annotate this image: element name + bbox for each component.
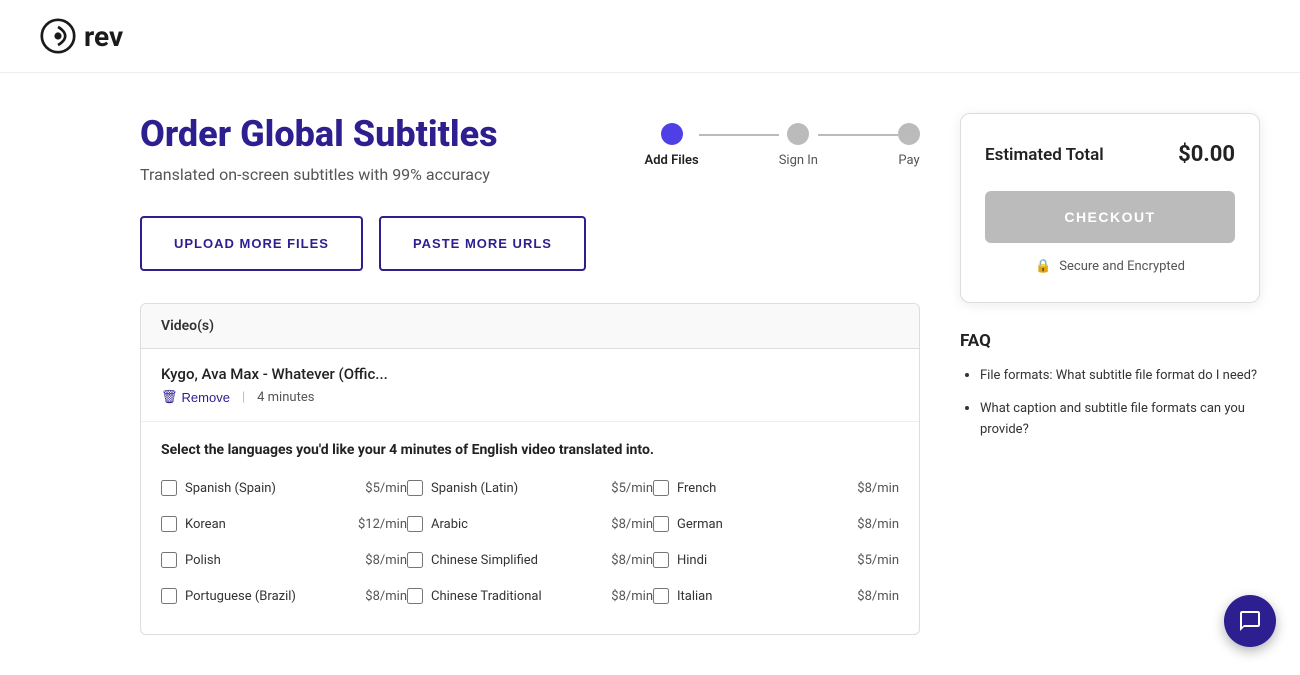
file-row: Kygo, Ava Max - Whatever (Offic... 🗑 Rem… bbox=[141, 349, 919, 422]
language-name: Italian bbox=[677, 589, 849, 604]
language-price: $5/min bbox=[365, 481, 407, 496]
language-name: Polish bbox=[185, 553, 357, 568]
language-checkbox[interactable] bbox=[653, 588, 669, 604]
language-checkbox[interactable] bbox=[653, 480, 669, 496]
language-name: Hindi bbox=[677, 553, 849, 568]
faq-title: FAQ bbox=[960, 331, 1260, 351]
language-price: $5/min bbox=[611, 481, 653, 496]
step-label-add-files: Add Files bbox=[645, 153, 699, 168]
remove-label: Remove bbox=[182, 390, 230, 405]
language-item: Spanish (Latin) $5/min bbox=[407, 470, 653, 506]
faq-item: What caption and subtitle file formats c… bbox=[980, 398, 1260, 440]
language-grid: Spanish (Spain) $5/min Spanish (Latin) $… bbox=[141, 470, 919, 634]
faq-link[interactable]: File formats: What subtitle file format … bbox=[980, 368, 1257, 383]
language-item: Arabic $8/min bbox=[407, 506, 653, 542]
language-checkbox[interactable] bbox=[653, 516, 669, 532]
language-item: Spanish (Spain) $5/min bbox=[161, 470, 407, 506]
language-price: $8/min bbox=[365, 553, 407, 568]
header: rev bbox=[0, 0, 1300, 73]
language-name: Chinese Simplified bbox=[431, 553, 603, 568]
step-circle-add-files bbox=[661, 123, 683, 145]
language-name: Spanish (Spain) bbox=[185, 481, 357, 496]
language-item: German $8/min bbox=[653, 506, 899, 542]
page-title: Order Global Subtitles bbox=[140, 113, 498, 155]
step-circle-sign-in bbox=[787, 123, 809, 145]
step-label-pay: Pay bbox=[898, 153, 919, 168]
file-duration: 4 minutes bbox=[257, 390, 314, 405]
faq-item: File formats: What subtitle file format … bbox=[980, 365, 1260, 386]
step-connector-2 bbox=[818, 134, 898, 136]
order-summary: Estimated Total $0.00 CHECKOUT 🔒 Secure … bbox=[960, 113, 1260, 303]
language-item: Italian $8/min bbox=[653, 578, 899, 614]
estimated-amount: $0.00 bbox=[1178, 142, 1235, 167]
language-checkbox[interactable] bbox=[407, 552, 423, 568]
trash-icon: 🗑 bbox=[161, 389, 178, 405]
language-price: $8/min bbox=[857, 517, 899, 532]
meta-separator: | bbox=[242, 390, 245, 405]
estimated-label: Estimated Total bbox=[985, 145, 1104, 165]
step-sign-in: Sign In bbox=[779, 123, 818, 168]
language-select-prompt: Select the languages you'd like your 4 m… bbox=[141, 422, 919, 470]
checkout-button[interactable]: CHECKOUT bbox=[985, 191, 1235, 243]
language-checkbox[interactable] bbox=[407, 588, 423, 604]
secure-label: Secure and Encrypted bbox=[1059, 259, 1185, 274]
language-item: Chinese Traditional $8/min bbox=[407, 578, 653, 614]
file-meta: 🗑 Remove | 4 minutes bbox=[161, 389, 899, 405]
step-circle-pay bbox=[898, 123, 920, 145]
main-content: Order Global Subtitles Translated on-scr… bbox=[0, 73, 1300, 675]
language-name: Spanish (Latin) bbox=[431, 481, 603, 496]
page-subtitle: Translated on-screen subtitles with 99% … bbox=[140, 165, 498, 184]
language-name: Korean bbox=[185, 517, 350, 532]
faq-link[interactable]: What caption and subtitle file formats c… bbox=[980, 401, 1245, 437]
language-item: French $8/min bbox=[653, 470, 899, 506]
language-item: Hindi $5/min bbox=[653, 542, 899, 578]
language-checkbox[interactable] bbox=[161, 588, 177, 604]
action-buttons: UPLOAD MORE FILES PASTE MORE URLS bbox=[140, 216, 920, 271]
estimated-row: Estimated Total $0.00 bbox=[985, 142, 1235, 167]
remove-file-button[interactable]: 🗑 Remove bbox=[161, 389, 230, 405]
language-price: $8/min bbox=[365, 589, 407, 604]
files-table-header: Video(s) bbox=[141, 304, 919, 349]
language-name: Arabic bbox=[431, 517, 603, 532]
step-pay: Pay bbox=[898, 123, 920, 168]
files-table: Video(s) Kygo, Ava Max - Whatever (Offic… bbox=[140, 303, 920, 635]
logo[interactable]: rev bbox=[40, 18, 123, 54]
upload-more-files-button[interactable]: UPLOAD MORE FILES bbox=[140, 216, 363, 271]
right-panel: Estimated Total $0.00 CHECKOUT 🔒 Secure … bbox=[960, 113, 1260, 635]
language-item: Korean $12/min bbox=[161, 506, 407, 542]
secure-row: 🔒 Secure and Encrypted bbox=[985, 259, 1235, 274]
language-price: $8/min bbox=[857, 589, 899, 604]
stepper: Add Files Sign In Pay bbox=[645, 123, 920, 168]
language-name: Portuguese (Brazil) bbox=[185, 589, 357, 604]
language-price: $8/min bbox=[611, 553, 653, 568]
language-name: Chinese Traditional bbox=[431, 589, 603, 604]
language-item: Chinese Simplified $8/min bbox=[407, 542, 653, 578]
language-price: $5/min bbox=[857, 553, 899, 568]
left-panel: Order Global Subtitles Translated on-scr… bbox=[140, 113, 920, 635]
language-name: German bbox=[677, 517, 849, 532]
language-checkbox[interactable] bbox=[161, 516, 177, 532]
step-connector-1 bbox=[699, 134, 779, 136]
language-checkbox[interactable] bbox=[161, 480, 177, 496]
language-checkbox[interactable] bbox=[161, 552, 177, 568]
language-checkbox[interactable] bbox=[407, 516, 423, 532]
step-label-sign-in: Sign In bbox=[779, 153, 818, 168]
language-price: $12/min bbox=[358, 517, 407, 532]
faq-section: FAQ File formats: What subtitle file for… bbox=[960, 331, 1260, 440]
step-add-files: Add Files bbox=[645, 123, 699, 168]
logo-text: rev bbox=[84, 20, 123, 53]
language-checkbox[interactable] bbox=[653, 552, 669, 568]
file-name: Kygo, Ava Max - Whatever (Offic... bbox=[161, 365, 899, 383]
paste-more-urls-button[interactable]: PASTE MORE URLS bbox=[379, 216, 586, 271]
language-checkbox[interactable] bbox=[407, 480, 423, 496]
language-item: Portuguese (Brazil) $8/min bbox=[161, 578, 407, 614]
chat-button[interactable] bbox=[1224, 595, 1276, 647]
faq-list: File formats: What subtitle file format … bbox=[960, 365, 1260, 440]
lock-icon: 🔒 bbox=[1035, 259, 1051, 274]
language-price: $8/min bbox=[857, 481, 899, 496]
language-name: French bbox=[677, 481, 849, 496]
language-item: Polish $8/min bbox=[161, 542, 407, 578]
language-price: $8/min bbox=[611, 589, 653, 604]
language-price: $8/min bbox=[611, 517, 653, 532]
